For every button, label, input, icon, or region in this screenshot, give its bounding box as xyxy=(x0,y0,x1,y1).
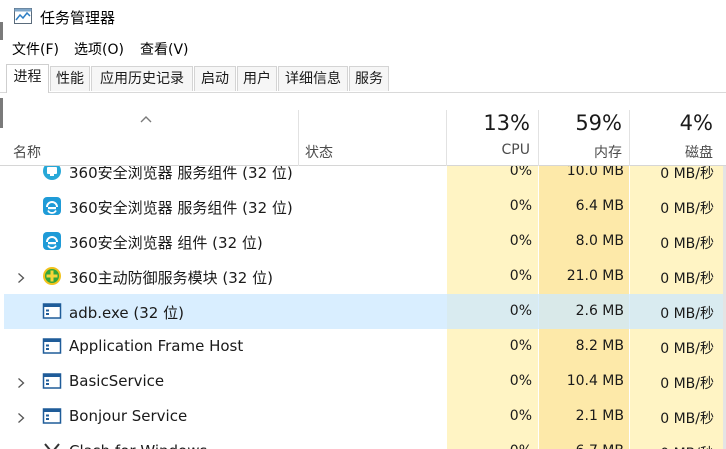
process-memory: 8.0 MB xyxy=(575,233,624,249)
process-row[interactable]: 360安全浏览器 服务组件 (32 位) 0% 6.4 MB 0 MB/秒 xyxy=(4,189,726,224)
chevron-right-icon[interactable] xyxy=(17,269,25,283)
process-row[interactable]: 360主动防御服务模块 (32 位) 0% 21.0 MB 0 MB/秒 xyxy=(4,259,726,294)
column-divider xyxy=(446,110,447,166)
menu-options[interactable]: 选项(O) xyxy=(74,39,124,59)
process-cpu: 0% xyxy=(509,198,532,214)
process-cpu: 0% xyxy=(509,303,532,319)
title-bar: 任务管理器 xyxy=(0,0,726,36)
process-disk: 0 MB/秒 xyxy=(660,443,714,449)
process-list: 360安全浏览器 服务组件 (32 位) 0% 10.0 MB 0 MB/秒 360安全… xyxy=(4,166,726,449)
360-browser-icon xyxy=(42,196,62,216)
process-disk: 0 MB/秒 xyxy=(660,376,714,392)
column-divider xyxy=(538,110,539,166)
chevron-right-icon[interactable] xyxy=(17,409,25,423)
process-row[interactable]: Clash for Windows 0% 6.7 MB 0 MB/秒 xyxy=(4,434,726,449)
process-name: Clash for Windows xyxy=(69,442,207,449)
tab-users[interactable]: 用户 xyxy=(237,66,277,91)
process-cpu: 0% xyxy=(510,443,532,449)
process-memory: 2.1 MB xyxy=(575,408,624,424)
app-window-icon xyxy=(42,301,62,321)
process-cpu: 0% xyxy=(509,338,532,354)
process-memory: 8.2 MB xyxy=(575,338,624,354)
process-disk: 0 MB/秒 xyxy=(660,236,714,252)
process-name: 360安全浏览器 服务组件 (32 位) xyxy=(69,199,293,217)
tab-bar: 进程 性能 应用历史记录 启动 用户 详细信息 服务 xyxy=(0,64,726,93)
process-disk: 0 MB/秒 xyxy=(660,271,714,287)
process-row[interactable]: 360安全浏览器 服务组件 (32 位) 0% 10.0 MB 0 MB/秒 xyxy=(4,166,726,189)
process-row[interactable]: adb.exe (32 位) 0% 2.6 MB 0 MB/秒 xyxy=(4,294,726,329)
process-name: 360主动防御服务模块 (32 位) xyxy=(69,269,273,287)
process-memory: 6.7 MB xyxy=(576,443,624,449)
process-disk: 0 MB/秒 xyxy=(660,306,714,322)
app-window-icon xyxy=(42,336,62,356)
column-cpu-header[interactable]: CPU xyxy=(502,142,530,158)
process-memory: 10.0 MB xyxy=(566,166,624,179)
process-cpu: 0% xyxy=(509,268,532,284)
menu-bar: 文件(F) 选项(O) 查看(V) xyxy=(0,36,726,62)
cpu-total-percent: 13% xyxy=(483,111,530,135)
disk-total-percent: 4% xyxy=(679,111,713,135)
tab-startup[interactable]: 启动 xyxy=(194,66,236,91)
process-disk: 0 MB/秒 xyxy=(660,411,714,427)
process-row[interactable]: Bonjour Service 0% 2.1 MB 0 MB/秒 xyxy=(4,399,726,434)
memory-total-percent: 59% xyxy=(575,111,622,135)
column-memory-header[interactable]: 内存 xyxy=(594,142,622,162)
app-window-icon xyxy=(42,406,62,426)
process-memory: 21.0 MB xyxy=(566,268,624,284)
task-manager-icon xyxy=(14,8,32,24)
tab-services[interactable]: 服务 xyxy=(349,66,389,91)
tab-performance[interactable]: 性能 xyxy=(50,66,90,91)
process-row[interactable]: BasicService 0% 10.4 MB 0 MB/秒 xyxy=(4,364,726,399)
process-memory: 6.4 MB xyxy=(575,198,624,214)
process-row[interactable]: 360安全浏览器 组件 (32 位) 0% 8.0 MB 0 MB/秒 xyxy=(4,224,726,259)
360-defense-icon xyxy=(42,266,62,286)
360-browser-icon xyxy=(42,231,62,251)
app-window-icon xyxy=(42,371,62,391)
column-name-header[interactable]: 名称 xyxy=(13,142,41,162)
process-memory: 2.6 MB xyxy=(575,303,624,319)
process-cpu: 0% xyxy=(509,166,532,179)
process-disk: 0 MB/秒 xyxy=(660,341,714,357)
column-divider xyxy=(629,110,630,166)
process-cpu: 0% xyxy=(509,233,532,249)
column-divider xyxy=(298,110,299,166)
360-browser-service-icon xyxy=(42,166,62,181)
process-name: 360安全浏览器 服务组件 (32 位) xyxy=(69,166,293,182)
menu-file[interactable]: 文件(F) xyxy=(12,39,59,59)
process-name: Bonjour Service xyxy=(69,407,188,425)
clash-icon xyxy=(42,441,62,449)
process-cpu: 0% xyxy=(509,408,532,424)
process-row[interactable]: Application Frame Host 0% 8.2 MB 0 MB/秒 xyxy=(4,329,726,364)
process-memory: 10.4 MB xyxy=(566,373,624,389)
column-disk-header[interactable]: 磁盘 xyxy=(685,142,713,162)
process-name: 360安全浏览器 组件 (32 位) xyxy=(69,234,263,252)
process-name: adb.exe (32 位) xyxy=(69,304,184,322)
process-cpu: 0% xyxy=(509,373,532,389)
sort-ascending-icon[interactable] xyxy=(140,108,152,123)
chevron-right-icon[interactable] xyxy=(17,374,25,388)
process-name: Application Frame Host xyxy=(69,337,244,355)
process-name: BasicService xyxy=(69,372,165,390)
column-status-header[interactable]: 状态 xyxy=(305,142,333,162)
process-disk: 0 MB/秒 xyxy=(660,201,714,217)
process-disk: 0 MB/秒 xyxy=(660,166,714,182)
tab-app-history[interactable]: 应用历史记录 xyxy=(91,66,193,91)
tab-details[interactable]: 详细信息 xyxy=(278,66,348,91)
window-title: 任务管理器 xyxy=(40,9,116,27)
menu-view[interactable]: 查看(V) xyxy=(140,39,189,59)
tab-processes[interactable]: 进程 xyxy=(6,64,49,93)
